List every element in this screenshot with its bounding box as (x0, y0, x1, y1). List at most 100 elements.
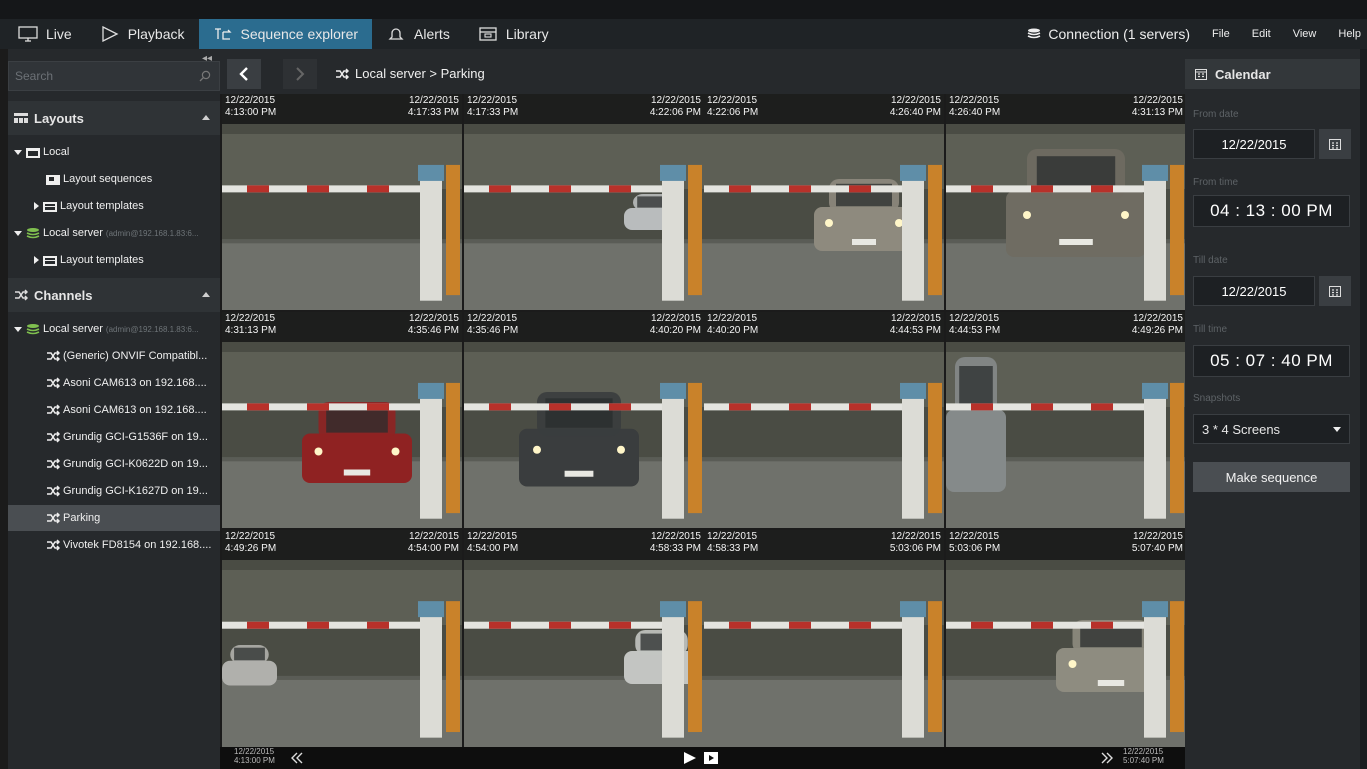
from-time-field[interactable]: 04 : 13 : 00 PM (1193, 195, 1350, 227)
till-time-field[interactable]: 05 : 07 : 40 PM (1193, 345, 1350, 377)
snapshots-select[interactable]: 3 * 4 Screens (1193, 414, 1350, 444)
tree-item-server-layout-templates[interactable]: Layout templates (8, 247, 220, 273)
channel-icon (336, 67, 349, 80)
snapshot-cell[interactable]: 12/22/2015 4:40:20 PM 12/22/2015 4:44:53 PM (704, 312, 944, 528)
channel-item[interactable]: Grundig GCI-G1536F on 19... (8, 424, 220, 450)
menu-help[interactable]: Help (1338, 28, 1361, 40)
channel-label: Grundig GCI-G1536F on 19... (63, 431, 208, 443)
channels-section-header[interactable]: Channels (8, 278, 220, 312)
forward-button[interactable] (283, 59, 317, 89)
snapshot-start-time: 4:58:33 PM (707, 543, 759, 554)
channel-item[interactable]: Parking (8, 505, 220, 531)
snapshot-cell[interactable]: 12/22/2015 4:44:53 PM 12/22/2015 4:49:26 PM (946, 312, 1186, 528)
play-icon[interactable] (683, 751, 697, 765)
connection-label: Connection (1 servers) (1048, 26, 1191, 42)
till-date-field[interactable]: 12/22/2015 (1193, 276, 1315, 306)
channel-icon (47, 485, 60, 497)
timestamp-bar: 12/22/2015 4:17:33 PM 12/22/2015 4:22:06 PM (464, 94, 704, 124)
snapshot-start-date: 12/22/2015 (467, 95, 518, 106)
barrier-cap (900, 382, 926, 399)
player-end-date: 12/22/2015 (1123, 747, 1164, 756)
from-date-field[interactable]: 12/22/2015 (1193, 129, 1315, 159)
menu-edit[interactable]: Edit (1252, 28, 1271, 40)
back-button[interactable] (227, 59, 261, 89)
nav-bar: Local server > Parking (220, 49, 1185, 94)
player-start-stamp: 12/22/2015 4:13:00 PM (234, 747, 275, 765)
snapshot-cell[interactable]: 12/22/2015 4:54:00 PM 12/22/2015 4:58:33 PM (464, 530, 704, 747)
camera-frame (946, 124, 1186, 310)
timestamp-bar: 12/22/2015 4:44:53 PM 12/22/2015 4:49:26 PM (946, 312, 1186, 342)
menu-file[interactable]: File (1212, 28, 1230, 40)
tab-alerts[interactable]: Alerts (372, 19, 464, 49)
search-icon[interactable] (199, 70, 211, 82)
car-body (222, 660, 277, 686)
barrier-stripe (1031, 621, 1053, 629)
snapshot-cell[interactable]: 12/22/2015 4:22:06 PM 12/22/2015 4:26:40 PM (704, 94, 944, 310)
snapshot-cell[interactable]: 12/22/2015 4:35:46 PM 12/22/2015 4:40:20 PM (464, 312, 704, 528)
snapshot-cell[interactable]: 12/22/2015 4:13:00 PM 12/22/2015 4:17:33 PM (222, 94, 462, 310)
connection-button[interactable]: Connection (1 servers) (1026, 26, 1190, 42)
snapshot-cell[interactable]: 12/22/2015 4:49:26 PM 12/22/2015 4:54:00 PM (222, 530, 462, 747)
snapshot-cell[interactable]: 12/22/2015 4:58:33 PM 12/22/2015 5:03:06 PM (704, 530, 944, 747)
channel-icon (15, 289, 28, 301)
player-end-stamp: 12/22/2015 5:07:40 PM (1123, 747, 1164, 765)
channel-item[interactable]: Vivotek FD8154 on 192.168.... (8, 532, 220, 558)
snapshot-end-time: 4:17:33 PM (407, 107, 459, 118)
template-folder-icon (43, 201, 57, 212)
tab-sequence-explorer[interactable]: Sequence explorer (198, 19, 373, 49)
search-input[interactable] (9, 62, 189, 90)
channel-item[interactable]: Asoni CAM613 on 192.168.... (8, 397, 220, 423)
tree-item-local-server[interactable]: Local server (admin@192.168.1.83:6... (8, 220, 220, 246)
tree-item-local[interactable]: Local (8, 139, 220, 165)
tab-live[interactable]: Live (0, 19, 86, 49)
till-date-picker-button[interactable] (1319, 276, 1351, 306)
camera-frame (464, 124, 704, 310)
snapshot-end-time: 4:26:40 PM (889, 107, 941, 118)
orange-pole (688, 164, 702, 296)
snapshot-start-time: 4:54:00 PM (467, 543, 519, 554)
barrier-stripe (789, 185, 811, 193)
folder-icon (26, 147, 40, 158)
channel-item[interactable]: Grundig GCI-K0622D on 19... (8, 451, 220, 477)
channel-label: Asoni CAM613 on 192.168.... (63, 377, 207, 389)
channel-label: Vivotek FD8154 on 192.168.... (63, 539, 212, 551)
license-plate (1097, 680, 1125, 686)
snapshot-end-stamp: 12/22/2015 4:35:46 PM (408, 313, 459, 342)
tab-library[interactable]: Library (464, 19, 563, 49)
menu-view[interactable]: View (1293, 28, 1317, 40)
snapshot-cell[interactable]: 12/22/2015 4:31:13 PM 12/22/2015 4:35:46 PM (222, 312, 462, 528)
make-sequence-button[interactable]: Make sequence (1193, 462, 1350, 492)
car-windshield (1036, 156, 1116, 190)
server-icon (26, 227, 40, 238)
fast-forward-icon[interactable] (1100, 752, 1114, 764)
channel-item[interactable]: Grundig GCI-K1627D on 19... (8, 478, 220, 504)
snapshot-cell[interactable]: 12/22/2015 5:03:06 PM 12/22/2015 5:07:40 PM (946, 530, 1186, 747)
parking-scene (704, 124, 944, 310)
snapshot-end-stamp: 12/22/2015 5:07:40 PM (1132, 531, 1183, 560)
tree-item-layout-templates[interactable]: Layout templates (8, 193, 220, 219)
snapshot-end-date: 12/22/2015 (650, 95, 701, 106)
headlight (1023, 211, 1031, 219)
rewind-icon[interactable] (290, 752, 304, 764)
timestamp-bar: 12/22/2015 5:03:06 PM 12/22/2015 5:07:40 PM (946, 530, 1186, 560)
snapshot-end-stamp: 12/22/2015 4:44:53 PM (890, 313, 941, 342)
video-export-icon[interactable] (704, 752, 718, 764)
barrier-stripe (549, 403, 571, 411)
channel-item[interactable]: Asoni CAM613 on 192.168.... (8, 370, 220, 396)
barrier-stripe (609, 185, 631, 193)
snapshot-cell[interactable]: 12/22/2015 4:17:33 PM 12/22/2015 4:22:06 PM (464, 94, 704, 310)
snapshot-end-time: 4:40:20 PM (649, 325, 701, 336)
tree-item-layout-sequences[interactable]: Layout sequences (8, 166, 220, 192)
timestamp-bar: 12/22/2015 4:40:20 PM 12/22/2015 4:44:53 PM (704, 312, 944, 342)
snapshot-start-stamp: 12/22/2015 4:40:20 PM (707, 313, 758, 342)
headlight (895, 219, 903, 227)
tree-item-channel-server[interactable]: Local server (admin@192.168.1.83:6... (8, 316, 220, 342)
parking-scene (222, 124, 462, 310)
tab-playback[interactable]: Playback (86, 19, 199, 49)
layouts-section-header[interactable]: Layouts (8, 101, 220, 135)
snapshot-end-time: 4:22:06 PM (649, 107, 701, 118)
orange-pole (928, 601, 942, 733)
snapshot-cell[interactable]: 12/22/2015 4:26:40 PM 12/22/2015 4:31:13 PM (946, 94, 1186, 310)
from-date-picker-button[interactable] (1319, 129, 1351, 159)
channel-item[interactable]: (Generic) ONVIF Compatibl... (8, 343, 220, 369)
